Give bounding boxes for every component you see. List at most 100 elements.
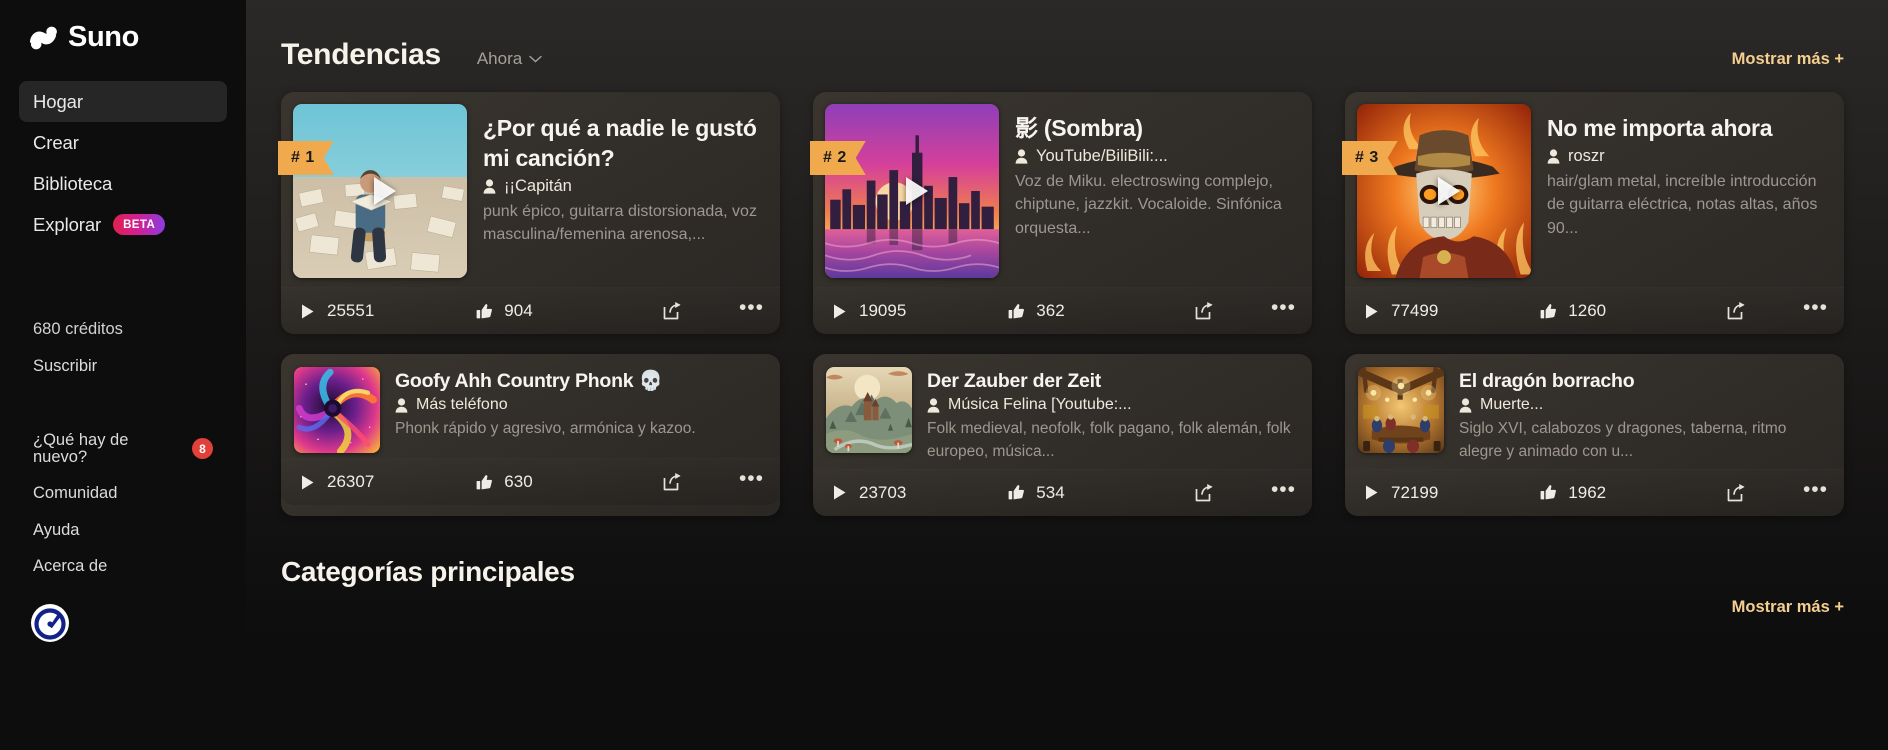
suno-logo-icon [30, 26, 57, 49]
song-card[interactable]: El dragón borracho Muerte... Siglo XVI, … [1345, 354, 1844, 516]
footer-badge[interactable] [0, 585, 246, 643]
share-icon[interactable] [662, 472, 682, 492]
song-card-footer: 25551 904 ••• [281, 287, 780, 334]
more-options-icon[interactable]: ••• [1803, 479, 1828, 507]
categories-show-more-button[interactable]: Mostrar más + [1732, 598, 1844, 617]
song-artist[interactable]: Muerte... [1459, 396, 1831, 414]
circular-app-badge-icon [31, 603, 69, 642]
song-artwork-wrap[interactable]: # 3 [1342, 104, 1531, 278]
play-count: 72199 [1391, 482, 1439, 502]
whats-new-link[interactable]: ¿Qué hay de nuevo? 8 [33, 422, 213, 475]
song-title[interactable]: ¿Por qué a nadie le gustó mi canción? [483, 114, 768, 174]
song-title[interactable]: Der Zauber der Zeit [927, 369, 1299, 394]
play-count: 77499 [1391, 301, 1439, 320]
brand-logo[interactable]: Suno [0, 0, 246, 52]
song-title[interactable]: El dragón borracho [1459, 369, 1831, 394]
like-count-stat[interactable]: 1260 [1540, 301, 1606, 321]
song-artwork-wrap[interactable] [826, 367, 912, 464]
song-meta: No me importa ahora roszr hair/glam meta… [1547, 104, 1832, 278]
help-link[interactable]: Ayuda [33, 512, 213, 549]
person-icon [927, 398, 940, 413]
song-card[interactable]: Der Zauber der Zeit Música Felina [Youtu… [813, 354, 1312, 516]
more-options-icon[interactable]: ••• [1271, 297, 1296, 325]
song-artwork[interactable] [825, 104, 999, 278]
play-icon [302, 475, 314, 489]
like-count-stat[interactable]: 1962 [1540, 483, 1606, 503]
song-artwork[interactable] [826, 367, 912, 453]
play-count-stat[interactable]: 19095 [831, 301, 906, 321]
song-meta: 影 (Sombra) YouTube/BiliBili:... Voz de M… [1015, 104, 1300, 278]
song-artist[interactable]: Más teléfono [395, 396, 767, 414]
song-tags: Voz de Miku. electroswing complejo, chip… [1015, 172, 1282, 237]
like-count-stat[interactable]: 362 [1008, 301, 1065, 321]
community-link[interactable]: Comunidad [33, 475, 213, 512]
app-root: Suno Hogar Crear Biblioteca Explorar BET… [0, 0, 1888, 750]
like-count-stat[interactable]: 630 [476, 472, 533, 492]
song-tags: Phonk rápido y agresivo, armónica y kazo… [395, 420, 696, 438]
play-count: 25551 [327, 301, 375, 320]
play-count-stat[interactable]: 77499 [1363, 301, 1438, 321]
more-options-icon[interactable]: ••• [739, 297, 764, 325]
thumbs-up-icon [476, 474, 493, 489]
song-artist[interactable]: YouTube/BiliBili:... [1015, 147, 1300, 166]
categories-show-more-wrap: Mostrar más + [246, 588, 1888, 617]
like-count-stat[interactable]: 534 [1008, 482, 1065, 503]
main-content: Tendencias Ahora Mostrar más + # 1 ¿Por … [246, 0, 1888, 750]
song-artwork-wrap[interactable]: # 2 [810, 104, 999, 278]
sidebar-item-biblioteca[interactable]: Biblioteca [19, 163, 227, 204]
play-count-stat[interactable]: 25551 [299, 301, 374, 321]
song-card[interactable]: # 3 No me importa ahora roszr hair/glam … [1342, 92, 1844, 334]
more-options-icon[interactable]: ••• [1271, 479, 1296, 507]
play-count-stat[interactable]: 26307 [299, 472, 374, 492]
song-card[interactable]: Goofy Ahh Country Phonk 💀 Más teléfono P… [281, 354, 780, 516]
song-title[interactable]: Goofy Ahh Country Phonk 💀 [395, 369, 767, 394]
song-artwork[interactable] [1357, 104, 1531, 278]
song-meta: Der Zauber der Zeit Música Felina [Youtu… [927, 367, 1299, 464]
trending-time-filter[interactable]: Ahora [477, 49, 542, 69]
trending-header: Tendencias Ahora Mostrar más + [246, 0, 1888, 72]
play-count-stat[interactable]: 23703 [831, 483, 906, 503]
song-artist[interactable]: ¡¡Capitán [483, 177, 768, 196]
song-card-body: Der Zauber der Zeit Música Felina [Youtu… [813, 354, 1312, 464]
song-tags: hair/glam metal, increíble introducción … [1547, 172, 1818, 237]
song-artist-name: YouTube/BiliBili:... [1036, 146, 1168, 165]
like-count: 534 [1036, 482, 1065, 502]
trending-show-more-button[interactable]: Mostrar más + [1732, 50, 1844, 69]
share-icon[interactable] [662, 301, 682, 321]
sidebar-item-hogar[interactable]: Hogar [19, 81, 227, 122]
song-artist-name: Más teléfono [416, 396, 508, 414]
more-options-icon[interactable]: ••• [1803, 297, 1828, 325]
share-icon[interactable] [1726, 301, 1746, 321]
song-meta: Goofy Ahh Country Phonk 💀 Más teléfono P… [395, 367, 767, 453]
song-artwork[interactable] [293, 104, 467, 278]
song-artist[interactable]: Música Felina [Youtube:... [927, 396, 1299, 414]
play-count: 26307 [327, 472, 375, 491]
song-title[interactable]: No me importa ahora [1547, 114, 1832, 144]
song-artwork-wrap[interactable] [1358, 367, 1444, 464]
song-artwork[interactable] [1358, 367, 1444, 453]
sidebar-item-explorar[interactable]: Explorar BETA [19, 204, 227, 245]
sidebar-item-label: Biblioteca [33, 172, 113, 194]
song-artwork[interactable] [294, 367, 380, 453]
share-icon[interactable] [1194, 301, 1214, 321]
song-artist[interactable]: roszr [1547, 147, 1832, 166]
man-reading-book-on-sheet-music-field-art [293, 104, 467, 278]
trending-featured-grid: # 1 ¿Por qué a nadie le gustó mi canción… [246, 72, 1888, 334]
song-card[interactable]: # 2 影 (Sombra) YouTube/BiliBili:... Voz … [810, 92, 1312, 334]
more-options-icon[interactable]: ••• [739, 468, 764, 496]
song-artwork-wrap[interactable] [294, 367, 380, 453]
song-artwork-wrap[interactable]: # 1 [278, 104, 467, 278]
share-icon[interactable] [1194, 483, 1214, 503]
song-meta: ¿Por qué a nadie le gustó mi canción? ¡¡… [483, 104, 768, 278]
song-card[interactable]: # 1 ¿Por qué a nadie le gustó mi canción… [278, 92, 780, 334]
like-count-stat[interactable]: 904 [476, 301, 533, 321]
sidebar-item-crear[interactable]: Crear [19, 122, 227, 163]
about-link[interactable]: Acerca de [33, 548, 213, 585]
song-tags: Folk medieval, neofolk, folk pagano, fol… [927, 420, 1291, 461]
subscribe-link[interactable]: Suscribir [33, 348, 213, 385]
song-title[interactable]: 影 (Sombra) [1015, 114, 1300, 144]
play-icon [302, 304, 314, 318]
play-count-stat[interactable]: 72199 [1363, 483, 1438, 503]
song-card-footer: 72199 1962 ••• [1345, 468, 1844, 516]
share-icon[interactable] [1726, 483, 1746, 503]
